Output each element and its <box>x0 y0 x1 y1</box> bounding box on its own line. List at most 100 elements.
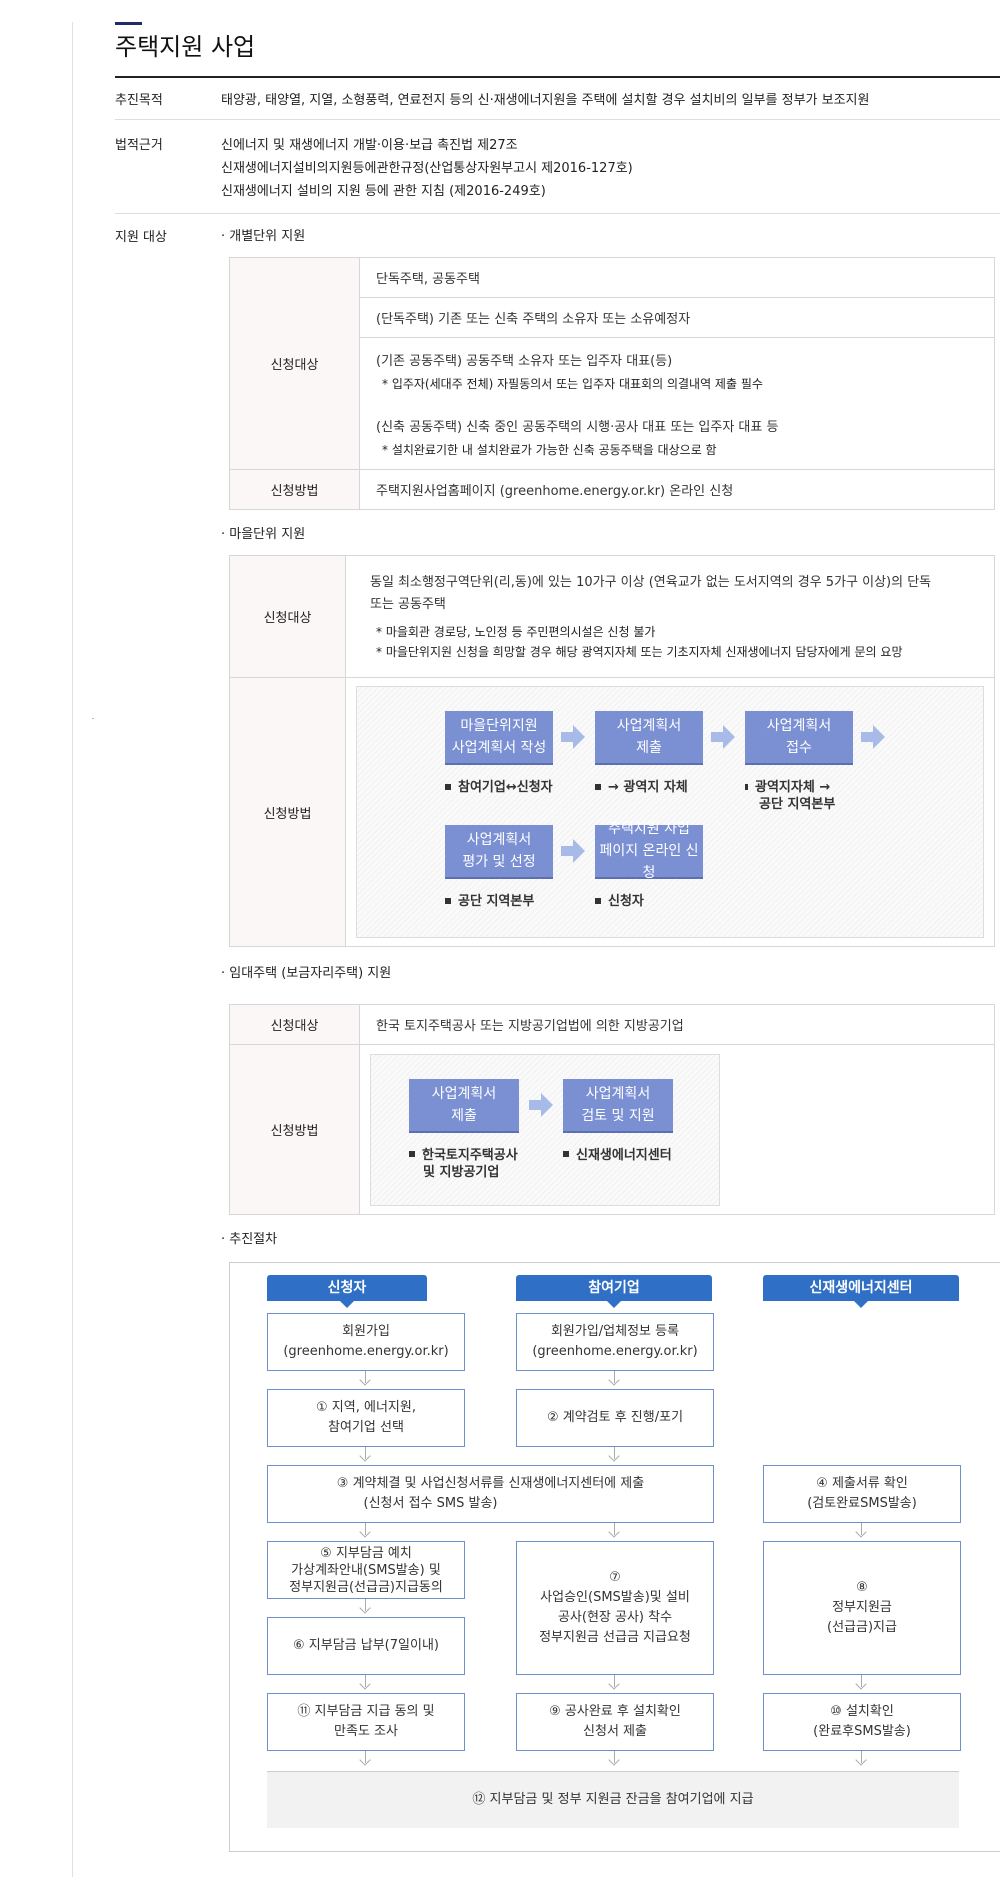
down-arrow <box>365 1675 366 1687</box>
step-7-approval: ⑦ 사업승인(SMS발송)및 설비 공사(현장 공사) 착수 정부지원금 선급금 지급… <box>516 1541 714 1675</box>
legal-value: 신에너지 및 재생에너지 개발·이용·보급 촉진법 제27조 신재생에너지설비의… <box>221 134 633 203</box>
village-note2: * 마을단위지원 신청을 희망할 경우 해당 광역지자체 또는 기초지자체 신재… <box>376 644 903 659</box>
step-line2: 제출 <box>636 740 662 756</box>
village-target-line2: 또는 공동주택 <box>370 596 446 612</box>
down-arrow <box>861 1675 862 1687</box>
step-line2: 접수 <box>786 740 812 756</box>
legal-label: 법적근거 <box>115 138 163 153</box>
step-line1: 사업계획서 <box>585 1085 651 1102</box>
purpose-label: 추진목적 <box>115 93 163 108</box>
row3-line2: (신축 공동주택) 신축 중인 공동주택의 시행·공사 대표 또는 입주자 대표… <box>376 419 779 435</box>
step-12-final-payment: ⑫ 지부담금 및 정부 지원금 잔금을 참여기업에 지급 <box>267 1771 959 1828</box>
rental-flow-step2: 사업계획서검토 및 지원 <box>563 1078 673 1133</box>
down-arrow <box>614 1675 615 1687</box>
step-line1: 마을단위지원 <box>460 718 538 734</box>
rental-target-value: 한국 토지주택공사 또는 지방공기업법에 의한 지방공기업 <box>359 1004 995 1045</box>
step-signup-applicant: 회원가입 (greenhome.energy.or.kr) <box>267 1313 465 1371</box>
purpose-value: 태양광, 태양열, 지열, 소형풍력, 연료전지 등의 신·재생에너지원을 주택… <box>221 93 870 108</box>
individual-method-value: 주택지원사업홈페이지 (greenhome.energy.or.kr) 온라인 … <box>359 469 995 510</box>
village-flow-caption4: 공단 지역본부 <box>445 893 534 910</box>
rental-target-label: 신청대상 <box>229 1004 360 1045</box>
village-method-cell: 마을단위지원 사업계획서 작성 사업계획서 제출 사업계획서 접수 참여기업↔신청자 … <box>345 677 995 947</box>
legal-line: 신재생에너지 설비의 지원 등에 관한 지침 (제2016-249호) <box>221 184 546 199</box>
down-arrow <box>614 1523 615 1535</box>
step-line2: 평가 및 선정 <box>462 854 536 870</box>
page-title: 주택지원 사업 <box>115 33 256 61</box>
main-content: 주택지원 사업 추진목적 태양광, 태양열, 지열, 소형풍력, 연료전지 등의… <box>115 22 1000 1852</box>
step-2-review: ② 계약검토 후 진행/포기 <box>516 1389 714 1447</box>
individual-target-row3: (기존 공동주택) 공동주택 소유자 또는 입주자 대표(등) * 입주자(세대… <box>359 337 995 470</box>
village-target-line1: 동일 최소행정구역단위(리,동)에 있는 10가구 이상 (연육교가 없는 도서… <box>370 574 932 590</box>
target-label: 지원 대상 <box>115 230 167 245</box>
target-row: 지원 대상 · 개별단위 지원 신청대상 단독주택, 공동주택 (단독주택) 기… <box>115 214 1000 1852</box>
step-4-check: ④ 제출서류 확인 (검토완료SMS발송) <box>763 1465 961 1523</box>
village-flow-step4: 사업계획서평가 및 선정 <box>445 825 553 879</box>
village-method-label: 신청방법 <box>229 677 346 947</box>
rental-method-label: 신청방법 <box>229 1044 360 1215</box>
step-5-deposit: ⑤ 지부담금 예치 가상계좌안내(SMS발송) 및 정부지원금(선급금)지급동의 <box>267 1541 465 1599</box>
individual-method-label: 신청방법 <box>229 469 360 510</box>
village-heading: · 마을단위 지원 <box>221 527 306 542</box>
step-line1: 주택지원 사업 <box>608 821 690 837</box>
village-flow-diagram: 마을단위지원 사업계획서 작성 사업계획서 제출 사업계획서 접수 참여기업↔신청자 … <box>356 686 984 938</box>
rental-method-cell: 사업계획서제출 사업계획서검토 및 지원 한국토지주택공사 및 지방공기업 신재생… <box>359 1044 995 1215</box>
procedure-diagram: 신청자 참여기업 신재생에너지센터 회원가입 (greenhome.energy.… <box>229 1262 1000 1852</box>
individual-target-label: 신청대상 <box>229 257 360 470</box>
step-1-select: ① 지역, 에너지원, 참여기업 선택 <box>267 1389 465 1447</box>
stray-dot <box>92 718 94 719</box>
village-flow-step5: 주택지원 사업페이지 온라인 신청 <box>595 821 703 881</box>
village-flow-caption1: 참여기업↔신청자 <box>445 779 553 796</box>
col-header-applicant: 신청자 <box>267 1275 427 1308</box>
title-accent-bar <box>115 22 142 25</box>
village-target-value: 동일 최소행정구역단위(리,동)에 있는 10가구 이상 (연육교가 없는 도서… <box>345 555 995 678</box>
down-arrow <box>614 1371 615 1383</box>
individual-heading: · 개별단위 지원 <box>221 229 306 244</box>
step-line2: 검토 및 지원 <box>581 1107 655 1124</box>
village-note1: * 마을회관 경로당, 노인정 등 주민편의시설은 신청 불가 <box>376 624 656 639</box>
target-value: · 개별단위 지원 신청대상 단독주택, 공동주택 (단독주택) 기존 또는 신… <box>221 226 1000 1852</box>
village-flow-caption5: 신청자 <box>595 893 644 910</box>
step-3-contract: ③ 계약체결 및 사업신청서류를 신재생에너지센터에 제출 (신청서 접수 SMS… <box>267 1465 714 1523</box>
step-line1: 사업계획서 <box>466 832 532 848</box>
down-arrow <box>614 1751 615 1763</box>
rental-flow-diagram: 사업계획서제출 사업계획서검토 및 지원 한국토지주택공사 및 지방공기업 신재생… <box>370 1053 720 1206</box>
down-arrow <box>365 1523 366 1535</box>
down-arrow <box>365 1751 366 1763</box>
purpose-row: 추진목적 태양광, 태양열, 지열, 소형풍력, 연료전지 등의 신·재생에너지… <box>115 78 1000 120</box>
village-flow-step2: 사업계획서제출 <box>595 711 703 765</box>
individual-target-row2: (단독주택) 기존 또는 신축 주택의 소유자 또는 소유예정자 <box>359 297 995 338</box>
step-line1: 사업계획서 <box>616 718 682 734</box>
down-arrow <box>861 1751 862 1763</box>
legal-line: 신재생에너지설비의지원등에관한규정(산업통상자원부고시 제2016-127호) <box>221 161 633 176</box>
step-9-completion: ⑨ 공사완료 후 설치확인 신청서 제출 <box>516 1693 714 1751</box>
village-flow-caption2: → 광역지 자체 <box>595 779 688 796</box>
step-signup-company: 회원가입/업체정보 등록 (greenhome.energy.or.kr) <box>516 1313 714 1371</box>
down-arrow <box>365 1371 366 1383</box>
village-flow-caption3: 광역지자체 → 공단 지역본부 <box>745 779 835 813</box>
procedure-heading: · 추진절차 <box>221 1232 278 1247</box>
down-arrow <box>861 1523 862 1535</box>
step-6-payment: ⑥ 지부담금 납부(7일이내) <box>267 1617 465 1675</box>
rental-heading: · 임대주택 (보금자리주택) 지원 <box>221 966 392 981</box>
row3-note2: * 설치완료기한 내 설치완료가 가능한 신축 공동주택을 대상으로 함 <box>382 442 717 457</box>
rental-flow-caption1: 한국토지주택공사 및 지방공기업 <box>409 1147 518 1181</box>
step-line2: 사업계획서 작성 <box>451 740 547 756</box>
individual-table: 신청대상 단독주택, 공동주택 (단독주택) 기존 또는 신축 주택의 소유자 … <box>229 257 995 510</box>
down-arrow <box>365 1599 366 1611</box>
legal-line: 신에너지 및 재생에너지 개발·이용·보급 촉진법 제27조 <box>221 138 518 153</box>
village-target-label: 신청대상 <box>229 555 346 678</box>
col-header-center: 신재생에너지센터 <box>763 1275 959 1308</box>
step-line2: 페이지 온라인 신청 <box>599 843 699 881</box>
step-10-confirm: ⑩ 설치확인 (완료후SMS발송) <box>763 1693 961 1751</box>
step-11-survey: ⑪ 지부담금 지급 동의 및 만족도 조사 <box>267 1693 465 1751</box>
down-arrow <box>365 1447 366 1459</box>
row3-line1: (기존 공동주택) 공동주택 소유자 또는 입주자 대표(등) <box>376 353 673 369</box>
rental-flow-caption2: 신재생에너지센터 <box>563 1147 672 1164</box>
step-line2: 제출 <box>451 1107 477 1124</box>
village-flow-step1: 마을단위지원사업계획서 작성 <box>445 711 553 765</box>
col-header-company: 참여기업 <box>516 1275 712 1308</box>
village-table: 신청대상 동일 최소행정구역단위(리,동)에 있는 10가구 이상 (연육교가 … <box>229 555 995 947</box>
step-8-subsidy: ⑧ 정부지원금 (선급금)지급 <box>763 1541 961 1675</box>
village-flow-step3: 사업계획서 접수 <box>745 711 853 765</box>
down-arrow <box>614 1447 615 1459</box>
